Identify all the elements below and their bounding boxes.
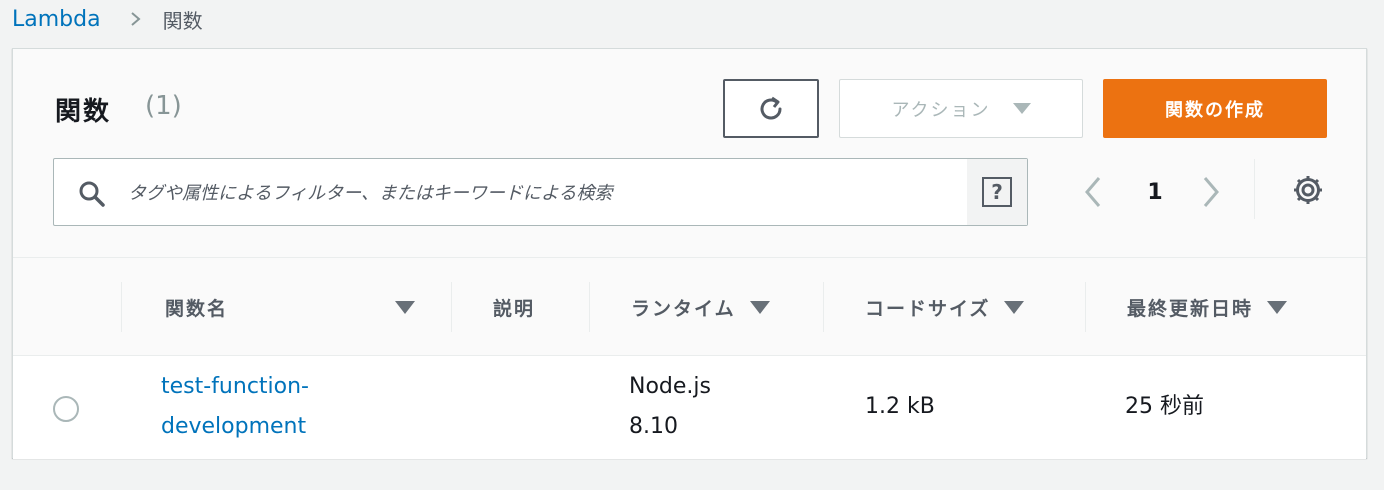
chevron-right-icon bbox=[1203, 177, 1219, 207]
search-input[interactable] bbox=[128, 173, 948, 213]
column-separator bbox=[823, 282, 824, 332]
column-header-name[interactable]: 関数名 bbox=[165, 258, 415, 356]
previous-page-button[interactable] bbox=[1081, 166, 1111, 218]
chevron-right-icon bbox=[130, 12, 141, 26]
gear-icon[interactable] bbox=[1291, 173, 1325, 207]
functions-panel: 関数 (1) アクション 関数の作成 ? bbox=[12, 48, 1367, 459]
current-page-number[interactable]: 1 bbox=[1143, 166, 1167, 218]
runtime-cell: Node.js 8.10 bbox=[629, 367, 711, 447]
column-header-runtime[interactable]: ランタイム bbox=[631, 258, 770, 356]
column-header-last-modified-label: 最終更新日時 bbox=[1127, 297, 1254, 320]
code-size-cell: 1.2 kB bbox=[865, 394, 935, 419]
search-help-button[interactable]: ? bbox=[967, 159, 1027, 225]
refresh-icon bbox=[760, 96, 782, 119]
column-separator bbox=[121, 282, 122, 332]
function-name-line2[interactable]: development bbox=[161, 407, 309, 447]
runtime-line1: Node.js bbox=[629, 374, 711, 399]
caret-down-icon bbox=[1012, 103, 1031, 114]
breadcrumb-current: 関数 bbox=[162, 8, 203, 33]
table-row[interactable]: test-function- development Node.js 8.10 … bbox=[13, 356, 1366, 459]
column-header-code-size[interactable]: コードサイズ bbox=[865, 258, 1025, 356]
search-box: ? bbox=[53, 158, 1028, 226]
page-title: 関数 bbox=[55, 97, 112, 127]
refresh-button[interactable] bbox=[723, 79, 819, 138]
panel-header: 関数 (1) アクション 関数の作成 ? bbox=[13, 49, 1366, 258]
function-name-link[interactable]: test-function- development bbox=[161, 367, 309, 447]
column-separator bbox=[451, 282, 452, 332]
next-page-button[interactable] bbox=[1197, 166, 1227, 218]
breadcrumb: Lambda 関数 bbox=[12, 4, 203, 34]
runtime-line2: 8.10 bbox=[629, 414, 678, 439]
function-count: (1) bbox=[145, 91, 182, 121]
create-function-button[interactable]: 関数の作成 bbox=[1103, 79, 1327, 138]
column-separator bbox=[1085, 282, 1086, 332]
table-header: 関数名 説明 ランタイム コードサイズ 最終更新日時 bbox=[13, 258, 1366, 356]
toolbar-divider bbox=[1254, 159, 1255, 219]
column-header-runtime-label: ランタイム bbox=[631, 297, 736, 320]
function-name-line1[interactable]: test-function- bbox=[161, 367, 309, 407]
chevron-left-icon bbox=[1085, 177, 1101, 207]
search-icon bbox=[79, 181, 105, 207]
actions-dropdown-button[interactable]: アクション bbox=[839, 79, 1083, 138]
actions-label: アクション bbox=[891, 99, 991, 121]
column-header-name-label: 関数名 bbox=[165, 297, 229, 320]
column-separator bbox=[589, 282, 590, 332]
sort-caret-icon bbox=[1267, 300, 1288, 314]
column-header-description[interactable]: 説明 bbox=[493, 258, 535, 356]
sort-caret-icon bbox=[749, 300, 770, 314]
row-select-radio[interactable] bbox=[53, 396, 79, 422]
sort-caret-icon bbox=[395, 300, 415, 314]
column-header-last-modified[interactable]: 最終更新日時 bbox=[1127, 258, 1288, 356]
breadcrumb-lambda-link[interactable]: Lambda bbox=[12, 7, 101, 32]
column-header-code-size-label: コードサイズ bbox=[865, 297, 991, 320]
question-mark-icon: ? bbox=[982, 177, 1012, 207]
sort-caret-icon bbox=[1004, 300, 1025, 314]
column-header-description-label: 説明 bbox=[493, 297, 536, 320]
last-modified-cell: 25 秒前 bbox=[1125, 394, 1204, 419]
